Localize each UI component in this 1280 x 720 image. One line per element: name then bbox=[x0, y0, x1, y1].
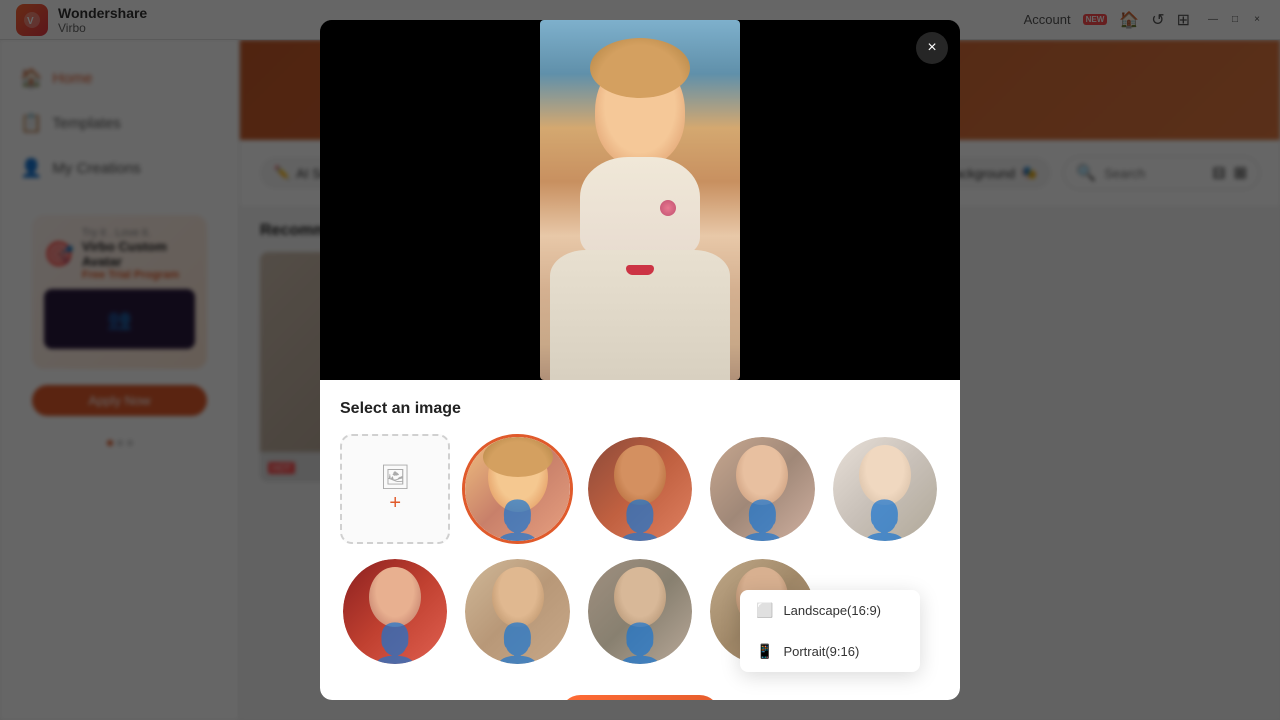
avatar-circle-5 bbox=[343, 559, 447, 663]
avatar-circle-7 bbox=[588, 559, 692, 663]
portrait-option[interactable]: 📱 Portrait(9:16) bbox=[740, 631, 920, 672]
modal-overlay: × Select an image 🖼 + bbox=[0, 0, 1280, 720]
avatar-circle-2 bbox=[588, 437, 692, 541]
avatar-item-7[interactable] bbox=[585, 556, 695, 666]
avatar-item-2[interactable] bbox=[585, 434, 695, 544]
portrait-icon: 📱 bbox=[756, 643, 773, 660]
avatar-item-3[interactable] bbox=[707, 434, 817, 544]
upload-plus-icon: + bbox=[389, 492, 401, 515]
avatar-circle-4 bbox=[833, 437, 937, 541]
avatar-circle-1 bbox=[465, 437, 569, 541]
avatar-item-1[interactable] bbox=[462, 434, 572, 544]
bottom-bar: ⬜ Landscape(16:9) 📱 Portrait(9:16) + Cre… bbox=[340, 667, 940, 700]
avatar-item-4[interactable] bbox=[830, 434, 940, 544]
select-image-title: Select an image bbox=[340, 400, 940, 418]
aspect-ratio-dropdown: ⬜ Landscape(16:9) 📱 Portrait(9:16) bbox=[740, 590, 920, 672]
landscape-option[interactable]: ⬜ Landscape(16:9) bbox=[740, 590, 920, 631]
portrait-label: Portrait(9:16) bbox=[783, 644, 859, 659]
create-video-button[interactable]: + Create Video bbox=[560, 695, 720, 700]
avatar-item-5[interactable] bbox=[340, 556, 450, 666]
modal-close-button[interactable]: × bbox=[916, 32, 948, 64]
upload-image-icon: 🖼 bbox=[380, 463, 410, 492]
avatar-circle-6 bbox=[465, 559, 569, 663]
avatar-circle-3 bbox=[710, 437, 814, 541]
modal-preview bbox=[320, 20, 960, 380]
upload-placeholder[interactable]: 🖼 + bbox=[340, 434, 450, 544]
landscape-icon: ⬜ bbox=[756, 602, 773, 619]
preview-portrait bbox=[540, 20, 740, 380]
landscape-label: Landscape(16:9) bbox=[783, 603, 881, 618]
select-image-section: Select an image 🖼 + bbox=[320, 380, 960, 700]
avatar-item-6[interactable] bbox=[462, 556, 572, 666]
select-image-modal: × Select an image 🖼 + bbox=[320, 20, 960, 700]
